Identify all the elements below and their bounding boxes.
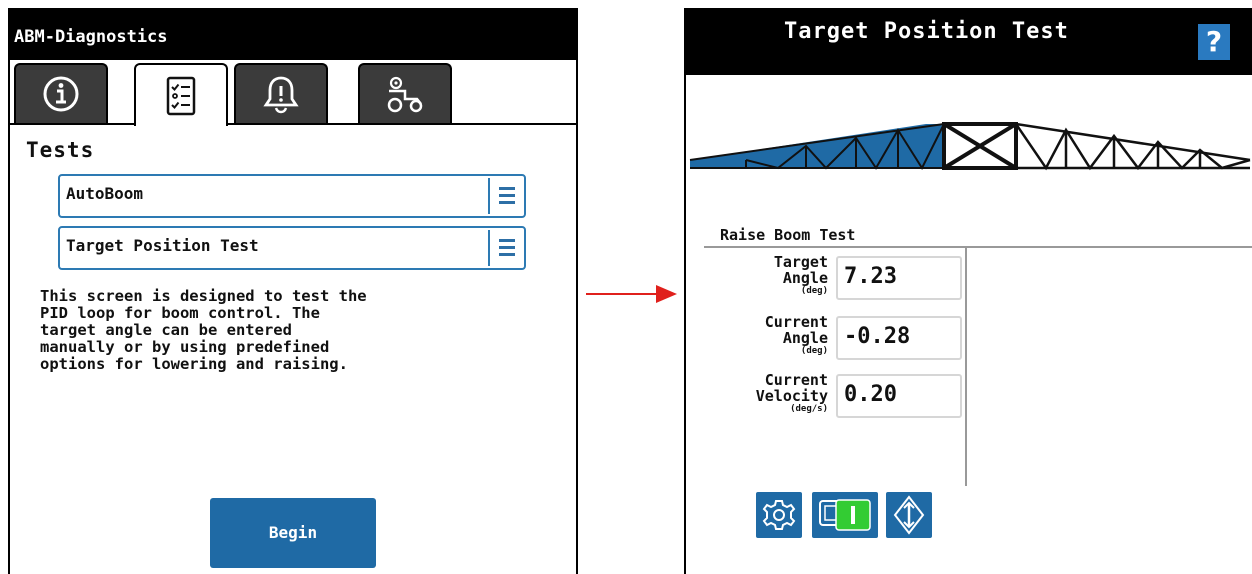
- screen-title: Target Position Test: [784, 19, 1069, 44]
- begin-button[interactable]: Begin: [210, 498, 376, 568]
- app-title: ABM-Diagnostics: [14, 27, 168, 47]
- current-velocity-unit: (deg/s): [790, 404, 828, 414]
- tab-alarms[interactable]: [234, 63, 328, 123]
- checklist-icon: [166, 76, 196, 115]
- current-velocity-label: Current Velocity (deg/s): [756, 372, 828, 415]
- current-velocity-row: Current Velocity (deg/s) 0.20: [704, 372, 966, 430]
- settings-gear-icon: [762, 500, 796, 530]
- info-icon: [43, 76, 79, 112]
- target-angle-label-line2: Angle: [782, 269, 828, 287]
- app-title-bar: ABM-Diagnostics: [10, 8, 576, 60]
- tab-machine-settings[interactable]: [358, 63, 452, 123]
- alarm-bell-icon: [263, 76, 299, 114]
- panel-divider-horizontal: [704, 246, 1252, 248]
- tab-strip-divider: [10, 123, 576, 125]
- boom-truss-graphic: [689, 122, 1251, 171]
- boom-direction-button[interactable]: [886, 492, 932, 538]
- flow-arrow-icon: [586, 285, 677, 303]
- help-button[interactable]: ?: [1198, 24, 1230, 60]
- test-select-menu-button[interactable]: [488, 230, 522, 266]
- test-select[interactable]: Target Position Test: [58, 226, 526, 270]
- target-position-test-screen: Target Position Test ? Raise Boom Test T…: [684, 8, 1252, 574]
- target-angle-input[interactable]: 7.23: [836, 256, 962, 300]
- current-angle-row: Current Angle (deg) -0.28: [704, 314, 966, 372]
- system-select[interactable]: AutoBoom: [58, 174, 526, 218]
- tab-tests[interactable]: [134, 63, 228, 126]
- toggle-switch-icon: [819, 499, 871, 531]
- target-angle-row: Target Angle (deg) 7.23: [704, 254, 966, 312]
- test-select-value: Target Position Test: [66, 236, 259, 255]
- target-angle-unit: (deg): [800, 286, 828, 296]
- tab-info[interactable]: [14, 63, 108, 123]
- system-select-value: AutoBoom: [66, 184, 144, 203]
- tab-bar: [10, 60, 576, 126]
- current-angle-label-line2: Angle: [782, 329, 828, 347]
- toggle-button[interactable]: [812, 492, 878, 538]
- abm-diagnostics-screen: ABM-Diagnostics Tests AutoBoom Target Po…: [8, 8, 578, 574]
- current-velocity-label-line2: Velocity: [755, 387, 828, 405]
- test-panel-title: Raise Boom Test: [720, 226, 856, 244]
- tractor-settings-icon: [387, 76, 423, 113]
- test-description: This screen is designed to test the PID …: [40, 287, 367, 373]
- current-velocity-value: 0.20: [836, 374, 962, 418]
- target-angle-label: Target Angle (deg): [774, 254, 828, 297]
- current-angle-label: Current Angle (deg): [765, 314, 828, 357]
- current-angle-value: -0.28: [836, 316, 962, 360]
- boom-direction-icon: [893, 495, 925, 535]
- current-angle-unit: (deg): [800, 346, 828, 356]
- tests-heading: Tests: [26, 138, 95, 162]
- help-icon: ?: [1205, 25, 1223, 58]
- system-select-menu-button[interactable]: [488, 178, 522, 214]
- screen-title-bar: Target Position Test ?: [686, 8, 1252, 75]
- settings-button[interactable]: [756, 492, 802, 538]
